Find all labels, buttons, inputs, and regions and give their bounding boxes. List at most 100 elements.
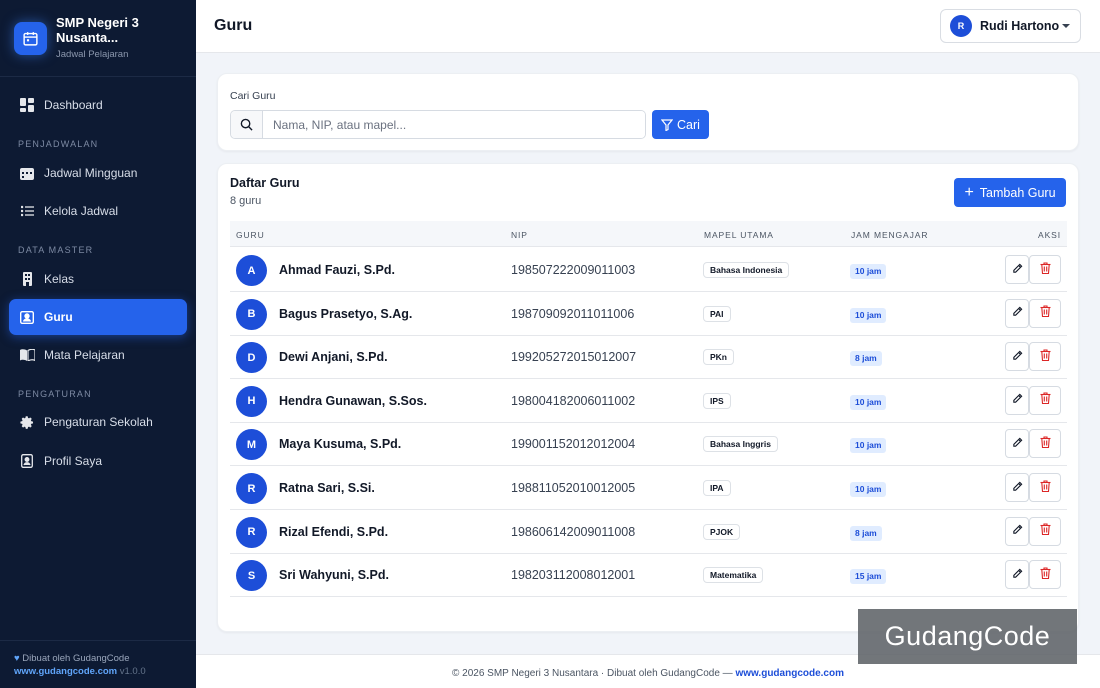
version-text: v1.0.0: [119, 666, 146, 677]
user-menu-button[interactable]: R Rudi Hartono: [940, 9, 1081, 43]
hours-badge: 10 jam: [850, 264, 887, 279]
edit-button[interactable]: [1005, 255, 1029, 284]
sidebar-item-label: Profil Saya: [44, 454, 103, 468]
gear-icon: [19, 414, 35, 430]
section-label-pengaturan: PENGATURAN: [18, 389, 92, 399]
trash-icon: [1040, 261, 1051, 279]
trash-icon: [1040, 348, 1051, 366]
sidebar: SMP Negeri 3 Nusanta... Jadwal Pelajaran…: [0, 0, 196, 688]
teacher-nip: 199205272015012007: [511, 350, 637, 365]
column-header-guru: GURU: [236, 230, 265, 240]
search-input[interactable]: [263, 111, 645, 138]
subject-badge: PKn: [703, 349, 734, 366]
delete-button[interactable]: [1029, 560, 1061, 590]
pencil-icon: [1012, 261, 1023, 279]
sidebar-item-kelola-jadwal[interactable]: Kelola Jadwal: [9, 193, 187, 229]
search-card: Cari Guru Cari: [217, 73, 1079, 151]
table-row: M Maya Kusuma, S.Pd. 199001152012012004 Bah…: [230, 422, 1067, 467]
profile-card-icon: [19, 453, 35, 469]
caret-down-icon: [1062, 24, 1070, 28]
footer-link[interactable]: www.gudangcode.com: [735, 668, 844, 679]
delete-button[interactable]: [1029, 342, 1061, 372]
delete-button[interactable]: [1029, 473, 1061, 502]
user-name: Rudi Hartono: [980, 19, 1060, 33]
pencil-icon: [1012, 566, 1023, 584]
edit-button[interactable]: [1005, 516, 1029, 546]
search-group: [230, 110, 646, 139]
watermark: GudangCode: [858, 609, 1077, 664]
edit-button[interactable]: [1005, 429, 1029, 459]
sidebar-item-label: Dashboard: [44, 98, 103, 112]
add-teacher-button[interactable]: + Tambah Guru: [954, 178, 1066, 207]
school-name: SMP Negeri 3 Nusanta...: [56, 15, 139, 45]
app-subtitle: Jadwal Pelajaran: [56, 49, 129, 60]
edit-button[interactable]: [1005, 560, 1029, 590]
hours-badge: 8 jam: [850, 351, 882, 367]
delete-button[interactable]: [1029, 298, 1061, 328]
sidebar-item-guru[interactable]: Guru: [9, 299, 187, 335]
pencil-icon: [1012, 304, 1023, 322]
table-row: R Ratna Sari, S.Si. 198811052010012005 IPA 1…: [230, 466, 1067, 510]
sidebar-item-mata-pelajaran[interactable]: Mata Pelajaran: [9, 337, 187, 373]
column-header-mapel: MAPEL UTAMA: [704, 230, 774, 240]
search-label: Cari Guru: [230, 90, 276, 102]
teacher-name: Dewi Anjani, S.Pd.: [279, 350, 388, 365]
sidebar-item-pengaturan-sekolah[interactable]: Pengaturan Sekolah: [9, 404, 187, 440]
list-check-icon: [19, 203, 35, 219]
delete-button[interactable]: [1029, 429, 1061, 459]
table-row: D Dewi Anjani, S.Pd. 199205272015012007 PKn…: [230, 335, 1067, 380]
trash-icon: [1040, 391, 1051, 409]
hours-badge: 15 jam: [850, 569, 887, 585]
sidebar-item-label: Kelas: [44, 272, 75, 286]
pencil-icon: [1012, 479, 1023, 497]
edit-button[interactable]: [1005, 342, 1029, 372]
edit-button[interactable]: [1005, 385, 1029, 415]
heart-icon: ♥: [14, 653, 20, 664]
edit-button[interactable]: [1005, 473, 1029, 502]
teacher-nip: 198709092011011006: [511, 306, 635, 321]
table-row: B Bagus Prasetyo, S.Ag. 198709092011011006…: [230, 292, 1067, 336]
sidebar-item-dashboard[interactable]: Dashboard: [9, 87, 187, 123]
sidebar-item-label: Pengaturan Sekolah: [44, 415, 153, 429]
hours-badge: 10 jam: [850, 307, 887, 323]
footer-text: © 2026 SMP Negeri 3 Nusantara · Dibuat o…: [452, 668, 736, 679]
hours-badge: 10 jam: [850, 394, 887, 410]
search-button-label: Cari: [677, 117, 700, 132]
section-label-data-master: DATA MASTER: [18, 245, 94, 255]
delete-button[interactable]: [1029, 385, 1061, 415]
edit-button[interactable]: [1005, 298, 1029, 328]
teacher-avatar: D: [236, 342, 267, 374]
filter-icon: [661, 118, 674, 131]
search-button[interactable]: Cari: [652, 110, 709, 139]
credit-link[interactable]: www.gudangcode.com: [14, 666, 117, 677]
hours-badge: 10 jam: [850, 438, 887, 454]
hours-badge: 8 jam: [850, 525, 882, 541]
teacher-nip: 198606142009011008: [511, 524, 636, 539]
subject-badge: PJOK: [703, 523, 741, 540]
pencil-icon: [1012, 435, 1023, 453]
teacher-name: Ratna Sari, S.Si.: [279, 481, 375, 495]
delete-button[interactable]: [1029, 255, 1061, 284]
plus-icon: +: [964, 183, 974, 201]
teacher-name: Hendra Gunawan, S.Sos.: [279, 393, 427, 408]
search-icon: [231, 111, 263, 138]
delete-button[interactable]: [1029, 516, 1061, 546]
user-avatar: R: [950, 15, 972, 37]
calendar-logo-icon: [14, 22, 47, 55]
table-row: A Ahmad Fauzi, S.Pd. 198507222009011003 Bah…: [230, 248, 1067, 292]
trash-icon: [1040, 435, 1051, 453]
teacher-name: Bagus Prasetyo, S.Ag.: [279, 306, 413, 321]
sidebar-item-label: Jadwal Mingguan: [44, 166, 138, 180]
teacher-name: Maya Kusuma, S.Pd.: [279, 437, 402, 452]
topbar: Guru R Rudi Hartono: [196, 0, 1100, 53]
sidebar-item-jadwal-mingguan[interactable]: Jadwal Mingguan: [9, 155, 187, 191]
sidebar-item-kelas[interactable]: Kelas: [9, 261, 187, 297]
subject-badge: PAI: [703, 305, 731, 322]
teacher-avatar: B: [236, 298, 267, 330]
teacher-avatar: H: [236, 385, 267, 417]
teacher-nip: 198811052010012005: [511, 481, 636, 495]
sidebar-item-profil-saya[interactable]: Profil Saya: [9, 443, 187, 479]
dashboard-icon: [19, 97, 35, 113]
teacher-avatar: A: [236, 255, 267, 286]
teacher-avatar: S: [236, 560, 267, 592]
